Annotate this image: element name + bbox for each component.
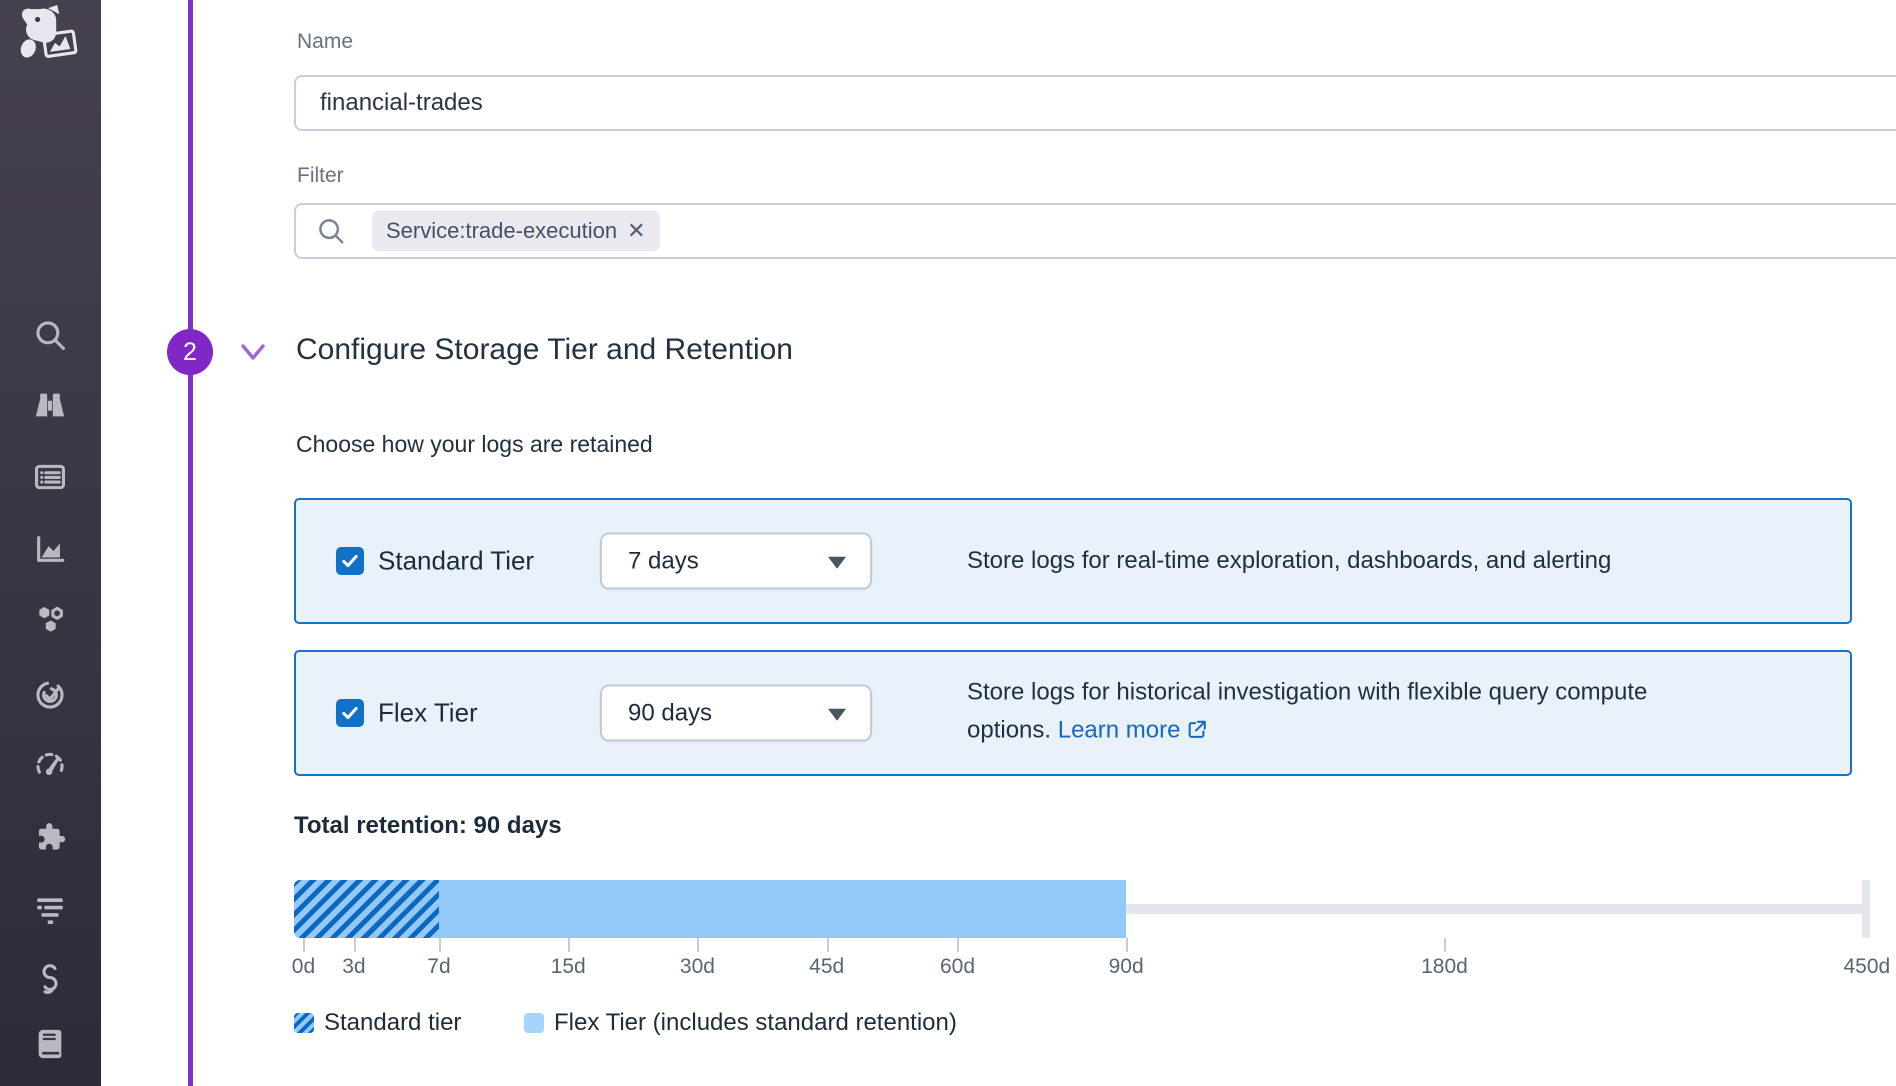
- sidebar-item-ci-pipelines[interactable]: [28, 957, 72, 1001]
- standard-tier-label: Standard Tier: [378, 546, 534, 577]
- tick-mark: [354, 938, 356, 952]
- filter-label: Filter: [297, 164, 344, 188]
- axis-tick-3d: 3d: [342, 955, 365, 979]
- gauge-icon: [33, 748, 67, 782]
- list-card-icon: [33, 460, 67, 494]
- tick-mark: [568, 938, 570, 952]
- search-icon: [33, 318, 67, 352]
- sidebar-item-apm[interactable]: [28, 743, 72, 787]
- bar-track-unused: [1126, 904, 1866, 914]
- logs-index-config-page: Name Filter Service:trade-execution ✕ 2 …: [0, 0, 1896, 1086]
- sidebar-item-infrastructure[interactable]: [28, 597, 72, 641]
- flex-retention-value: 90 days: [628, 699, 712, 727]
- sidebar-item-monitors[interactable]: [28, 673, 72, 717]
- name-label: Name: [297, 30, 353, 54]
- funnel-lines-icon: [33, 892, 67, 926]
- sidebar-item-log-pipelines[interactable]: [28, 887, 72, 931]
- step-number: 2: [183, 338, 197, 367]
- legend-label-standard: Standard tier: [324, 1009, 461, 1037]
- sidebar-item-metrics[interactable]: [28, 527, 72, 571]
- standard-tier-description: Store logs for real-time exploration, da…: [967, 542, 1727, 580]
- sidebar-item-watchdog[interactable]: [28, 383, 72, 427]
- s-link-icon: [33, 962, 67, 996]
- step-badge: 2: [167, 329, 213, 375]
- sidebar-item-integrations[interactable]: [28, 815, 72, 859]
- tick-mark: [1126, 938, 1128, 952]
- axis-tick-450d: 450d: [1843, 955, 1890, 979]
- external-link-icon: [1186, 715, 1208, 753]
- sidebar-item-search[interactable]: [28, 313, 72, 357]
- hexagons-icon: [33, 602, 67, 636]
- legend-label-flex: Flex Tier (includes standard retention): [554, 1009, 957, 1037]
- binoculars-icon: [33, 388, 67, 422]
- sidebar: [0, 0, 101, 1086]
- axis-tick-15d: 15d: [551, 955, 586, 979]
- standard-retention-value: 7 days: [628, 547, 699, 575]
- book-icon: [33, 1027, 67, 1061]
- check-icon: [340, 703, 360, 723]
- check-icon: [340, 551, 360, 571]
- axis-tick-30d: 30d: [680, 955, 715, 979]
- flex-tier-description: Store logs for historical investigation …: [967, 674, 1727, 753]
- section-subtitle: Choose how your logs are retained: [296, 431, 653, 458]
- axis-tick-60d: 60d: [940, 955, 975, 979]
- bar-end-cap: [1862, 880, 1870, 938]
- flex-retention-select[interactable]: 90 days: [600, 685, 872, 742]
- retention-timeline-chart: 0d 3d 7d 15d 30d 45d 60d 90d 180d 450d: [294, 880, 1870, 1000]
- filter-chip[interactable]: Service:trade-execution ✕: [372, 211, 660, 251]
- flex-tier-checkbox[interactable]: [336, 699, 364, 727]
- standard-tier-checkbox[interactable]: [336, 547, 364, 575]
- tick-mark: [1444, 938, 1446, 952]
- legend-item-flex: Flex Tier (includes standard retention): [524, 1010, 957, 1036]
- tick-mark: [827, 938, 829, 952]
- puzzle-icon: [33, 820, 67, 854]
- chip-close-icon[interactable]: ✕: [627, 220, 645, 242]
- tick-mark: [439, 938, 441, 952]
- bar-segment-flex-tier: [439, 880, 1126, 938]
- axis-tick-0d: 0d: [292, 955, 315, 979]
- learn-more-link[interactable]: Learn more: [1058, 717, 1209, 744]
- caret-down-icon: [828, 708, 846, 720]
- chevron-down-icon: [240, 341, 266, 363]
- legend-swatch-flex: [524, 1013, 544, 1033]
- target-check-icon: [33, 678, 67, 712]
- section-collapse-toggle[interactable]: [240, 341, 266, 363]
- flex-tier-card: Flex Tier 90 days Store logs for histori…: [294, 650, 1852, 776]
- sidebar-item-reference[interactable]: [28, 1022, 72, 1066]
- axis-tick-45d: 45d: [809, 955, 844, 979]
- total-retention-summary: Total retention: 90 days: [294, 812, 562, 840]
- name-input[interactable]: [294, 75, 1896, 131]
- axis-tick-180d: 180d: [1421, 955, 1468, 979]
- sidebar-item-dashboards[interactable]: [28, 455, 72, 499]
- flex-tier-label: Flex Tier: [378, 698, 478, 729]
- step-connector-line: [188, 0, 193, 1086]
- legend-item-standard: Standard tier: [294, 1010, 461, 1036]
- axis-tick-7d: 7d: [427, 955, 450, 979]
- filter-chip-label: Service:trade-execution: [386, 218, 617, 244]
- bar-segment-standard-tier: [294, 880, 439, 938]
- tick-mark: [303, 938, 305, 952]
- tick-mark: [957, 938, 959, 952]
- standard-retention-select[interactable]: 7 days: [600, 533, 872, 590]
- axis-tick-90d: 90d: [1109, 955, 1144, 979]
- standard-tier-card: Standard Tier 7 days Store logs for real…: [294, 498, 1852, 624]
- tick-mark: [697, 938, 699, 952]
- area-chart-icon: [33, 532, 67, 566]
- legend-swatch-standard: [294, 1013, 314, 1033]
- datadog-logo[interactable]: [16, 5, 84, 65]
- caret-down-icon: [828, 556, 846, 568]
- search-icon: [316, 216, 346, 246]
- section-title: Configure Storage Tier and Retention: [296, 333, 793, 367]
- filter-input[interactable]: Service:trade-execution ✕: [294, 203, 1896, 259]
